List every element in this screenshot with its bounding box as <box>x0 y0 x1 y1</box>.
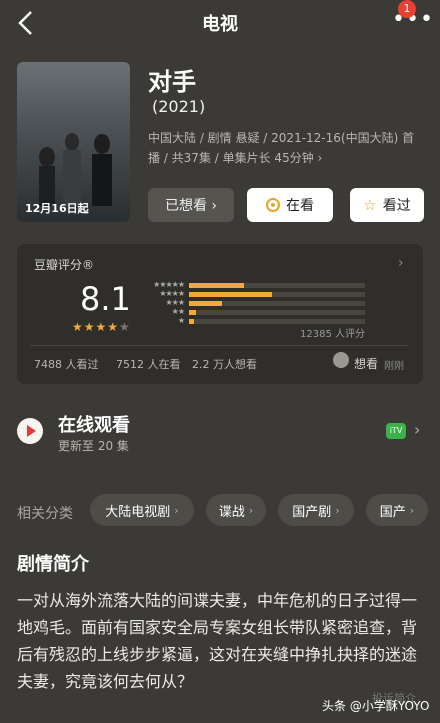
rating-bar-label: ★★★★ <box>159 289 185 298</box>
watching-icon <box>266 198 280 212</box>
show-title: 对手 <box>148 68 196 96</box>
category-tag[interactable]: 谍战 › <box>206 494 266 526</box>
friend-time-label: 刚刚 <box>384 361 404 372</box>
rating-bar-label: ★★★★★ <box>153 280 185 289</box>
watched-count: 7488 人看过 <box>34 358 99 371</box>
play-icon[interactable] <box>17 418 43 444</box>
page-title: 电视 <box>202 14 238 35</box>
watching-label: 在看 <box>286 198 314 214</box>
rating-bar-fill <box>189 292 272 297</box>
watching-count: 7512 人在看 <box>116 358 181 371</box>
rating-bar-label: ★★ <box>171 307 185 316</box>
watched-button[interactable]: ☆ 看过 <box>350 188 424 222</box>
show-meta-line-2[interactable]: 播 / 共37集 / 单集片长 45分钟 › <box>148 148 428 168</box>
rating-bar-label: ★ <box>177 316 185 325</box>
platform-logo-icon[interactable]: iTV <box>386 423 406 439</box>
watching-button[interactable]: 在看 <box>247 188 333 222</box>
rating-bar-fill <box>189 310 196 315</box>
category-tag[interactable]: 国产 › <box>366 494 428 526</box>
category-tag-label: 国产 <box>379 504 406 520</box>
category-tag[interactable]: 国产剧 › <box>278 494 354 526</box>
rating-bar-label: ★★★ <box>165 298 185 307</box>
star-outline-icon: ☆ <box>363 196 377 214</box>
rating-bar-track <box>189 310 365 315</box>
rating-bar-track <box>189 283 365 288</box>
rating-header: 豆瓣评分® <box>34 258 95 272</box>
friend-avatar[interactable] <box>333 352 349 368</box>
friend-want-label: 想看 <box>354 357 379 371</box>
category-tag-label: 大陆电视剧 <box>105 504 171 520</box>
rating-count: 12385 人评分 <box>300 329 365 340</box>
notification-badge: 1 <box>398 0 416 18</box>
watched-label: 看过 <box>382 198 411 214</box>
poster-figures <box>39 133 112 206</box>
rating-bar-track <box>189 319 365 324</box>
chevron-right-icon[interactable]: › <box>414 420 420 439</box>
divider <box>30 345 408 346</box>
show-meta-line-1[interactable]: 中国大陆 / 剧情 悬疑 / 2021-12-16(中国大陆) 首 <box>148 128 428 148</box>
show-year: (2021) <box>152 97 206 116</box>
more-icon[interactable]: ••• <box>392 9 434 31</box>
rating-bar-track <box>189 292 365 297</box>
category-tag-label: 国产剧 <box>292 504 332 520</box>
show-poster[interactable]: 12月16日起 <box>17 62 130 222</box>
rating-bar-track <box>189 301 365 306</box>
chevron-right-icon[interactable]: › <box>398 255 404 271</box>
category-tag[interactable]: 大陆电视剧 › <box>90 494 194 526</box>
rating-bar-fill <box>189 319 195 324</box>
synopsis-title: 剧情简介 <box>17 554 89 575</box>
category-tag-label: 谍战 <box>218 504 245 520</box>
rating-stars: ★★★★★ <box>72 320 131 334</box>
rating-bar-fill <box>189 283 244 288</box>
poster-date: 12月16日起 <box>25 202 89 215</box>
watermark: 头条 @小学酥YOYO <box>322 699 430 713</box>
online-watch-subtitle: 更新至 20 集 <box>58 439 129 453</box>
want-to-watch-button[interactable]: 已想看 › <box>148 188 234 222</box>
rating-bar-fill <box>189 301 223 306</box>
online-watch-title[interactable]: 在线观看 <box>58 411 130 437</box>
want-count: 2.2 万人想看 <box>192 358 257 371</box>
synopsis-body: 一对从海外流落大陆的间谍夫妻，中年危机的日子过得一地鸡毛。面前有国家安全局专案女… <box>17 591 418 691</box>
rating-score: 8.1 <box>80 280 131 318</box>
related-categories-label: 相关分类 <box>17 506 73 522</box>
